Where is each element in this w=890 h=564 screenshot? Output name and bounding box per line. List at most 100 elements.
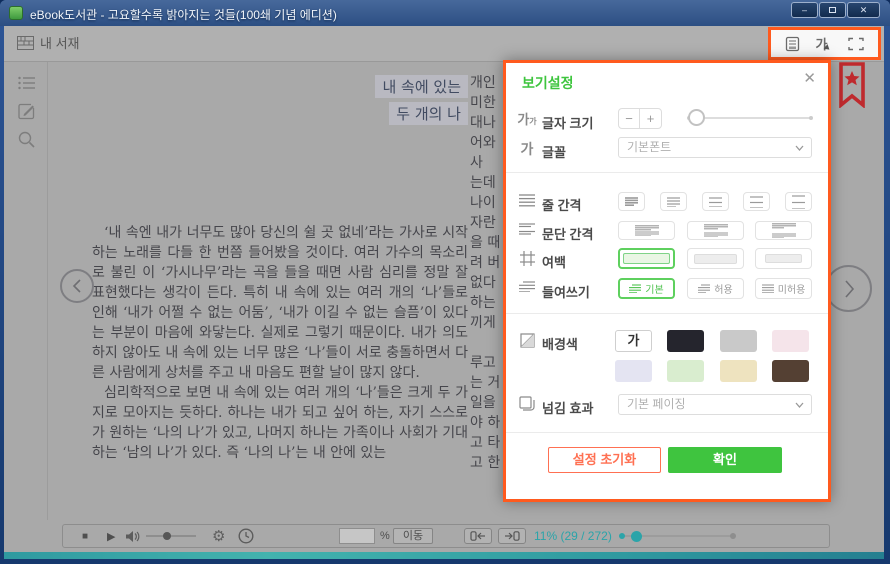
line-spacing-option-4[interactable] bbox=[743, 192, 770, 211]
view-settings-panel: 보기설정 ✕ 가가 글자 크기 − + 가 글꼴 기본폰트 줄 간 bbox=[503, 60, 831, 502]
panel-title: 보기설정 bbox=[522, 73, 574, 93]
margin-label: 여백 bbox=[542, 252, 566, 271]
note-icon[interactable] bbox=[18, 103, 35, 125]
window-bottom-accent bbox=[4, 552, 884, 559]
paragraph: ‘내 속엔 내가 너무도 많아 당신의 쉴 곳 없네’라는 가사로 시작하는 노… bbox=[92, 223, 468, 383]
cursor-icon bbox=[824, 44, 832, 52]
panel-close-icon[interactable]: ✕ bbox=[803, 69, 816, 87]
minimize-button[interactable]: – bbox=[791, 2, 818, 18]
line-spacing-label: 줄 간격 bbox=[542, 195, 582, 214]
timer-clock-icon[interactable] bbox=[238, 524, 254, 548]
progress-start-dot bbox=[619, 533, 625, 539]
bg-swatch-white[interactable]: 가 bbox=[615, 330, 652, 352]
font-size-label: 글자 크기 bbox=[542, 113, 593, 132]
volume-slider-track[interactable] bbox=[146, 535, 196, 537]
line-spacing-option-2[interactable] bbox=[660, 192, 687, 211]
font-size-slider-track[interactable] bbox=[688, 117, 812, 119]
background-color-icon bbox=[516, 333, 538, 348]
margin-option-3[interactable] bbox=[755, 248, 812, 269]
page-transition-icon bbox=[516, 396, 538, 411]
paragraph-spacing-option-2[interactable] bbox=[687, 221, 744, 240]
bg-swatch-pink[interactable] bbox=[772, 330, 809, 352]
view-tools-highlight-box: 가 bbox=[768, 27, 881, 60]
font-family-dropdown[interactable]: 기본폰트 bbox=[618, 137, 812, 158]
font-size-increase-button[interactable]: + bbox=[640, 109, 661, 128]
font-family-label: 글꼴 bbox=[542, 142, 566, 161]
jump-to-start-button[interactable] bbox=[464, 528, 492, 544]
chapter-title-line1: 내 속에 있는 bbox=[375, 75, 468, 98]
progress-slider-thumb[interactable] bbox=[631, 531, 642, 542]
font-size-slider-thumb[interactable] bbox=[688, 109, 705, 126]
bg-swatch-cream[interactable] bbox=[720, 360, 757, 382]
paragraph-spacing-option-1[interactable] bbox=[618, 221, 675, 240]
line-spacing-option-1[interactable] bbox=[618, 192, 645, 211]
indent-option-allow[interactable]: 허용 bbox=[687, 278, 744, 299]
titlebar: eBook도서관 - 고요할수록 밝아지는 것들(100쇄 기념 에디션) – … bbox=[0, 0, 890, 26]
next-page-button[interactable] bbox=[825, 265, 872, 312]
background-color-label: 배경색 bbox=[542, 334, 578, 353]
bg-swatch-black[interactable] bbox=[667, 330, 704, 352]
indent-option-default-selected[interactable]: 기본 bbox=[618, 278, 675, 299]
close-window-button[interactable]: ✕ bbox=[847, 2, 880, 18]
percent-symbol: % bbox=[380, 524, 390, 548]
margin-option-2[interactable] bbox=[687, 248, 744, 269]
line-spacing-option-5[interactable] bbox=[785, 192, 812, 211]
app-window: eBook도서관 - 고요할수록 밝아지는 것들(100쇄 기념 에디션) – … bbox=[0, 0, 890, 564]
percent-input[interactable] bbox=[339, 528, 375, 544]
page-transition-label: 넘김 효과 bbox=[542, 398, 593, 417]
my-library-button[interactable]: 내 서재 bbox=[17, 33, 80, 52]
panel-divider bbox=[506, 172, 828, 173]
sidebar-divider bbox=[47, 62, 48, 520]
paragraph: 심리학적으로 보면 내 속에 있는 여러 개의 ‘나’들은 크게 두 가지로 모… bbox=[92, 383, 468, 463]
line-spacing-option-3[interactable] bbox=[702, 192, 729, 211]
bookmark-ribbon-icon[interactable] bbox=[839, 62, 865, 113]
font-size-stepper: − + bbox=[618, 108, 662, 129]
chevron-down-icon bbox=[795, 145, 804, 151]
paragraph-spacing-option-3[interactable] bbox=[755, 221, 812, 240]
document-icon[interactable] bbox=[785, 36, 800, 52]
book-body-text: ‘내 속엔 내가 너무도 많아 당신의 쉴 곳 없네’라는 가사로 시작하는 노… bbox=[92, 223, 468, 463]
volume-icon[interactable] bbox=[125, 524, 140, 548]
indent-label: 들여쓰기 bbox=[542, 282, 590, 301]
volume-slider-thumb[interactable] bbox=[163, 532, 171, 540]
fullscreen-icon[interactable] bbox=[848, 37, 864, 51]
margin-option-1-selected[interactable] bbox=[618, 248, 675, 269]
settings-gear-icon[interactable]: ⚙ bbox=[212, 524, 225, 548]
prev-page-button[interactable] bbox=[60, 269, 94, 303]
paragraph-spacing-label: 문단 간격 bbox=[542, 224, 593, 243]
maximize-icon bbox=[829, 7, 836, 13]
tts-stop-button[interactable]: ■ bbox=[82, 524, 88, 548]
tts-play-button[interactable]: ▶ bbox=[107, 524, 115, 548]
my-library-label: 내 서재 bbox=[40, 33, 80, 52]
bookshelf-icon bbox=[17, 36, 34, 50]
page-transition-dropdown[interactable]: 기본 페이징 bbox=[618, 394, 812, 415]
confirm-button[interactable]: 확인 bbox=[668, 447, 782, 473]
progress-end-dot bbox=[730, 533, 736, 539]
paragraph-spacing-icon bbox=[516, 223, 538, 236]
bg-swatch-brown[interactable] bbox=[772, 360, 809, 382]
toc-icon[interactable] bbox=[18, 76, 35, 95]
reading-progress-label: 11% (29 / 272) bbox=[534, 529, 612, 543]
indent-option-disallow[interactable]: 미허용 bbox=[755, 278, 812, 299]
top-toolbar bbox=[4, 26, 884, 62]
bg-swatch-green[interactable] bbox=[667, 360, 704, 382]
font-size-icon: 가가 bbox=[516, 109, 538, 128]
maximize-button[interactable] bbox=[819, 2, 846, 18]
right-page-column: 개인미한 대나어와 사는데 나이자란 을 때려 버 없다하는 끼게 루고는 거 … bbox=[470, 72, 503, 492]
bg-swatch-lavender[interactable] bbox=[615, 360, 652, 382]
jump-to-end-button[interactable] bbox=[498, 528, 526, 544]
slider-max-dot bbox=[809, 116, 813, 120]
indent-icon bbox=[516, 281, 538, 292]
chapter-title-line2: 두 개의 나 bbox=[389, 102, 468, 125]
reset-settings-button[interactable]: 설정 초기화 bbox=[548, 447, 661, 473]
window-title: eBook도서관 - 고요할수록 밝아지는 것들(100쇄 기념 에디션) bbox=[30, 6, 337, 23]
bg-swatch-gray[interactable] bbox=[720, 330, 757, 352]
font-family-icon: 가 bbox=[516, 139, 538, 159]
panel-divider bbox=[506, 313, 828, 314]
chevron-down-icon bbox=[795, 402, 804, 408]
goto-button[interactable]: 이동 bbox=[393, 528, 433, 544]
line-spacing-icon bbox=[516, 194, 538, 207]
text-settings-icon[interactable]: 가 bbox=[816, 34, 833, 53]
font-size-decrease-button[interactable]: − bbox=[619, 109, 640, 128]
search-icon[interactable] bbox=[18, 131, 35, 153]
